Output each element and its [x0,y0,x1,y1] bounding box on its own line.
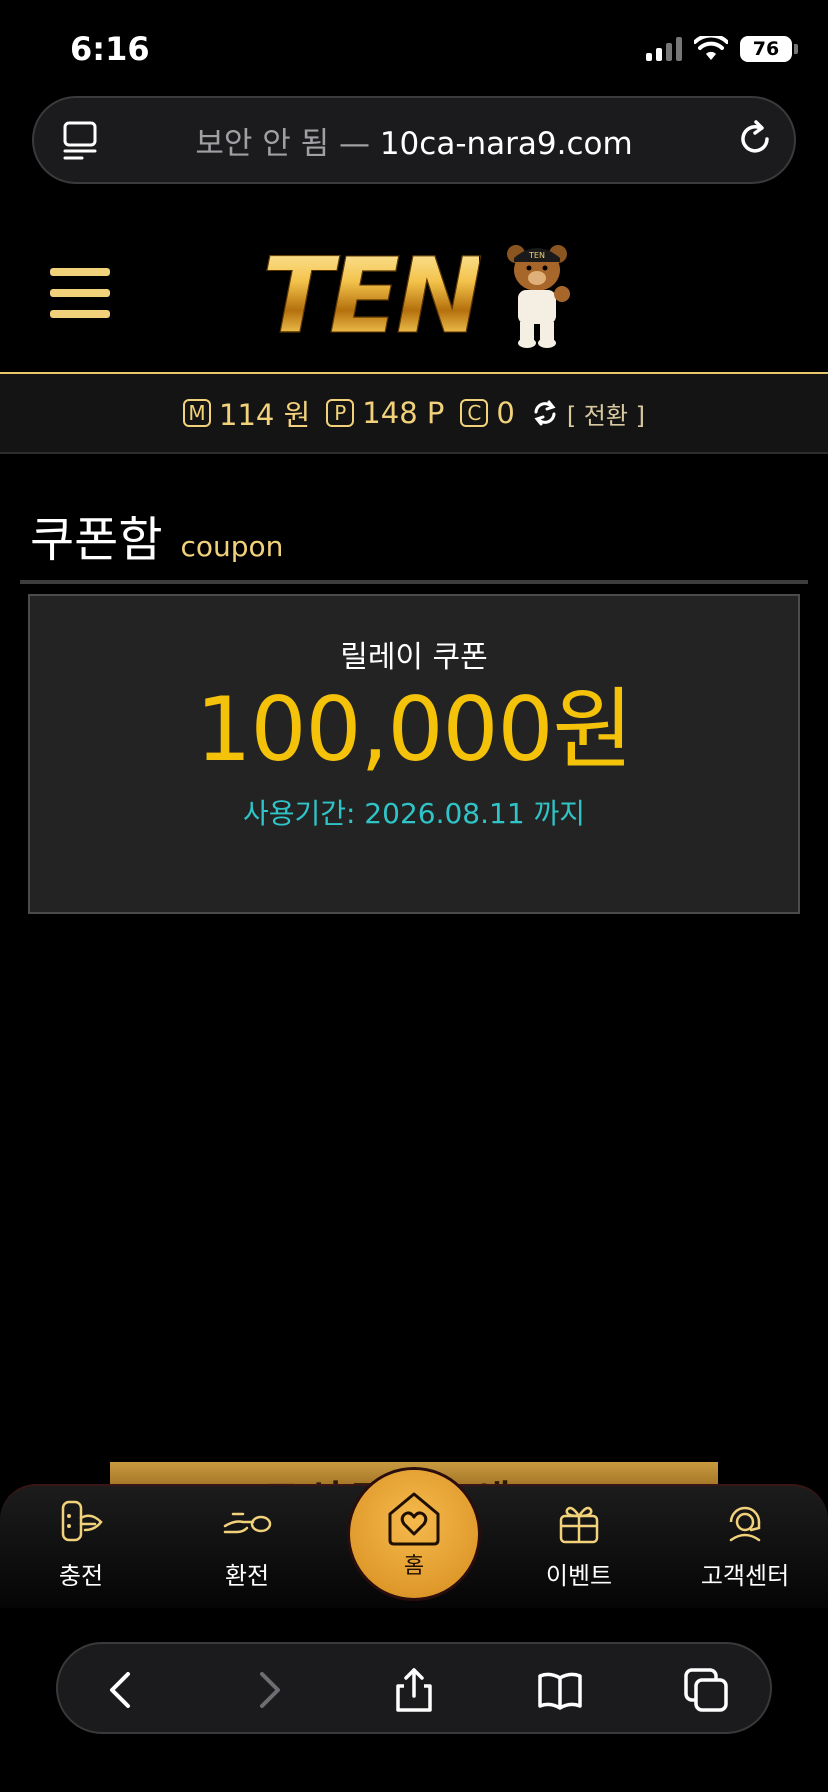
nav-event-label: 이벤트 [545,1562,613,1590]
money-value: 114 원 [219,398,311,432]
coin-balance: C 0 [460,396,515,430]
coupon-amount: 100,000원 [195,678,634,781]
back-icon[interactable] [98,1666,146,1714]
nav-support-label: 고객센터 [700,1562,790,1590]
site-logo[interactable]: TEN TEN [261,235,570,357]
coupon-validity-period: 사용기간: 2026.08.11 까지 [242,797,586,830]
page-menu-icon[interactable] [62,120,98,160]
coin-icon: C [460,399,489,427]
mascot-hat-text: TEN [528,251,545,260]
withdraw-icon [223,1512,272,1534]
status-bar: 6:16 76 [0,0,828,92]
logo-text: TEN [261,235,483,357]
forward-icon[interactable] [244,1666,292,1714]
bear-mascot-icon: TEN [507,245,570,348]
title-divider [20,580,808,584]
page-subtitle: coupon [180,530,284,563]
nav-withdraw[interactable]: 환전 [172,1486,322,1610]
browser-url-bar[interactable]: 보안 안 됨 — 10ca-nara9.com [32,96,796,184]
cellular-signal-icon [646,37,682,61]
wifi-icon [694,36,728,60]
money-balance: M 114 원 [183,392,310,434]
site-header: TEN TEN [0,200,828,372]
bookmarks-icon[interactable] [536,1666,584,1714]
nav-withdraw-label: 환전 [224,1562,270,1590]
coupon-card[interactable]: 릴레이 쿠폰 100,000원 사용기간: 2026.08.11 까지 [28,594,800,914]
nav-deposit[interactable]: 충전 [6,1486,156,1610]
money-icon: M [183,399,212,427]
balance-bar: M 114 원 P 148 P C 0 [ 전환 ] [0,374,828,454]
tabs-icon[interactable] [682,1666,730,1714]
battery-icon: 76 [740,36,798,62]
nav-support[interactable]: 고객센터 [670,1486,820,1610]
url-domain: 10ca-nara9.com [379,125,633,162]
deposit-icon [61,1500,103,1542]
home-heart-icon [388,1492,440,1546]
refresh-switch-icon [534,400,556,426]
not-secure-label: 보안 안 됨 — [195,125,370,162]
switch-button[interactable]: [ 전환 ] [531,396,645,431]
switch-label: [ 전환 ] [566,401,645,430]
coin-value: 0 [496,396,515,430]
nav-event[interactable]: 이벤트 [504,1486,654,1610]
coupon-name: 릴레이 쿠폰 [340,640,488,675]
nav-home-button[interactable]: 홈 [350,1470,478,1598]
page-title: 쿠폰함 [30,512,163,568]
gift-icon [559,1506,599,1544]
hamburger-menu-button[interactable] [50,268,110,322]
page-heading: 쿠폰함 coupon [30,500,283,570]
support-headset-icon [729,1506,761,1542]
point-icon: P [326,399,355,427]
point-value: 148 P [362,396,445,430]
url-text[interactable]: 보안 안 됨 — 10ca-nara9.com [34,118,794,163]
nav-home-label: 홈 [403,1554,425,1579]
status-time: 6:16 [70,30,150,68]
status-indicators: 76 [646,36,798,62]
reload-icon[interactable] [734,118,776,160]
share-icon[interactable] [390,1666,438,1714]
nav-deposit-label: 충전 [58,1562,104,1590]
browser-toolbar [56,1642,772,1734]
point-balance: P 148 P [326,396,444,430]
